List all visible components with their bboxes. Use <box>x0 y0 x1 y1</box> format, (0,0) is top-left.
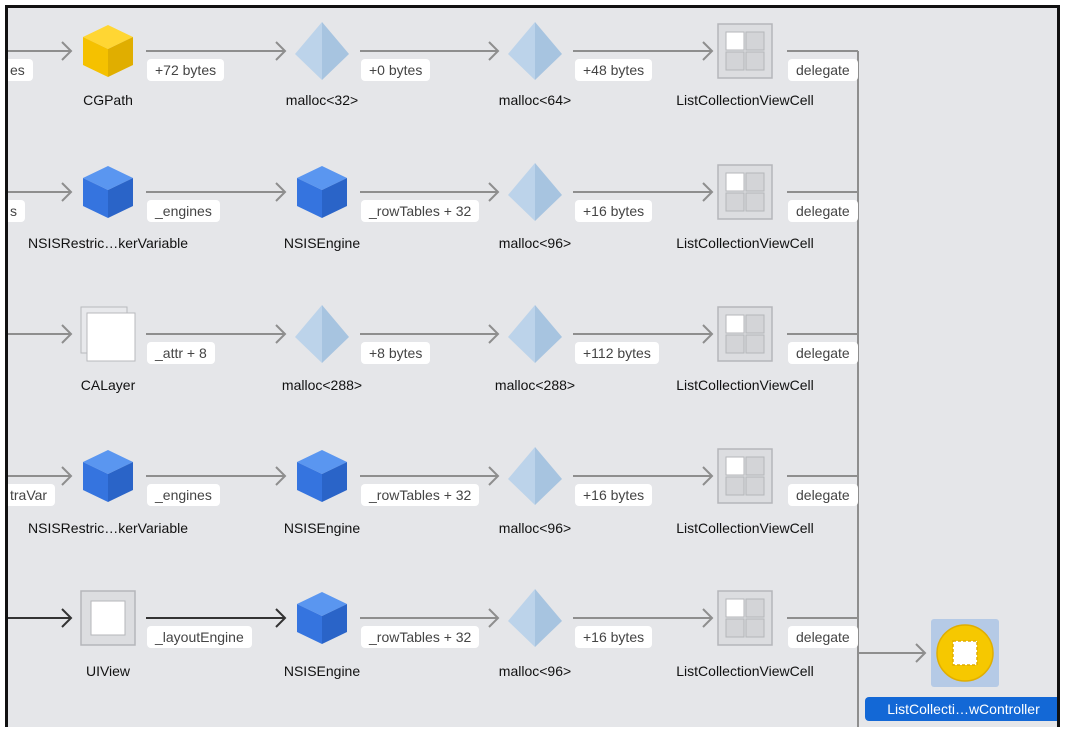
malloc-pyramid-icon[interactable] <box>291 303 353 370</box>
node-label: CALayer <box>80 377 136 393</box>
node-label: ListCollectionViewCell <box>676 663 814 679</box>
edge-label: _attr + 8 <box>147 342 215 364</box>
node-label: malloc<96> <box>498 235 572 251</box>
node-label: malloc<96> <box>498 520 572 536</box>
malloc-pyramid-icon[interactable] <box>504 587 566 654</box>
node-label: malloc<96> <box>498 663 572 679</box>
edge-label: _rowTables + 32 <box>361 626 480 648</box>
edge-label: +0 bytes <box>361 59 431 81</box>
grid-icon[interactable] <box>717 23 773 84</box>
edge-label: _engines <box>147 200 220 222</box>
node-label: ListCollectionViewCell <box>676 520 814 536</box>
blue-cube-icon[interactable] <box>79 447 137 510</box>
node-label: NSISEngine <box>283 520 361 536</box>
view-icon[interactable] <box>80 590 136 651</box>
blue-cube-icon[interactable] <box>293 589 351 652</box>
grid-icon[interactable] <box>717 590 773 651</box>
delegate-edge-label: delegate <box>788 59 858 81</box>
edge-label: +8 bytes <box>361 342 431 364</box>
delegate-edge-label: delegate <box>788 342 858 364</box>
incoming-edge-label: s <box>8 200 25 222</box>
node-label: ListCollectionViewCell <box>676 92 814 108</box>
malloc-pyramid-icon[interactable] <box>504 161 566 228</box>
edge-label: _engines <box>147 484 220 506</box>
node-label: NSISEngine <box>283 235 361 251</box>
node-label: CGPath <box>83 92 133 108</box>
incoming-edge-label: es <box>8 59 33 81</box>
node-label: NSISRestric…kerVariable <box>27 235 189 251</box>
node-label: malloc<288> <box>281 377 363 393</box>
edge-label: _rowTables + 32 <box>361 200 480 222</box>
malloc-pyramid-icon[interactable] <box>504 445 566 512</box>
node-label: malloc<64> <box>498 92 572 108</box>
edge-label: +16 bytes <box>575 200 653 222</box>
grid-icon[interactable] <box>717 306 773 367</box>
node-label: UIView <box>85 663 131 679</box>
delegate-edge-label: delegate <box>788 484 858 506</box>
edge-label: +16 bytes <box>575 626 653 648</box>
yellow-cube-icon[interactable] <box>79 22 137 85</box>
blue-cube-icon[interactable] <box>79 163 137 226</box>
blue-cube-icon[interactable] <box>293 163 351 226</box>
edge-label: _rowTables + 32 <box>361 484 480 506</box>
node-label: NSISRestric…kerVariable <box>27 520 189 536</box>
edge-label: +48 bytes <box>575 59 653 81</box>
selected-node-label[interactable]: ListCollecti…wController <box>865 697 1057 721</box>
edge-label: +112 bytes <box>575 342 659 364</box>
node-label: malloc<32> <box>285 92 359 108</box>
edge-label: _layoutEngine <box>147 626 252 648</box>
delegate-edge-label: delegate <box>788 626 858 648</box>
incoming-edge-label: traVar <box>8 484 56 506</box>
malloc-pyramid-icon[interactable] <box>291 20 353 87</box>
grid-icon[interactable] <box>717 448 773 509</box>
view-controller-icon <box>936 624 994 682</box>
node-label: ListCollectionViewCell <box>676 235 814 251</box>
delegate-edge-label: delegate <box>788 200 858 222</box>
node-label: NSISEngine <box>283 663 361 679</box>
memory-graph[interactable]: es CGPath malloc<32> malloc<64> ListColl… <box>5 5 1060 727</box>
malloc-pyramid-icon[interactable] <box>504 20 566 87</box>
edge-label: +16 bytes <box>575 484 653 506</box>
memory-graph-canvas: es CGPath malloc<32> malloc<64> ListColl… <box>0 0 1065 731</box>
node-label: malloc<288> <box>494 377 576 393</box>
blue-cube-icon[interactable] <box>293 447 351 510</box>
selected-node-highlight[interactable] <box>931 619 999 687</box>
grid-icon[interactable] <box>717 164 773 225</box>
edge-label: +72 bytes <box>147 59 225 81</box>
node-label: ListCollectionViewCell <box>676 377 814 393</box>
layer-icon[interactable] <box>79 305 137 368</box>
malloc-pyramid-icon[interactable] <box>504 303 566 370</box>
